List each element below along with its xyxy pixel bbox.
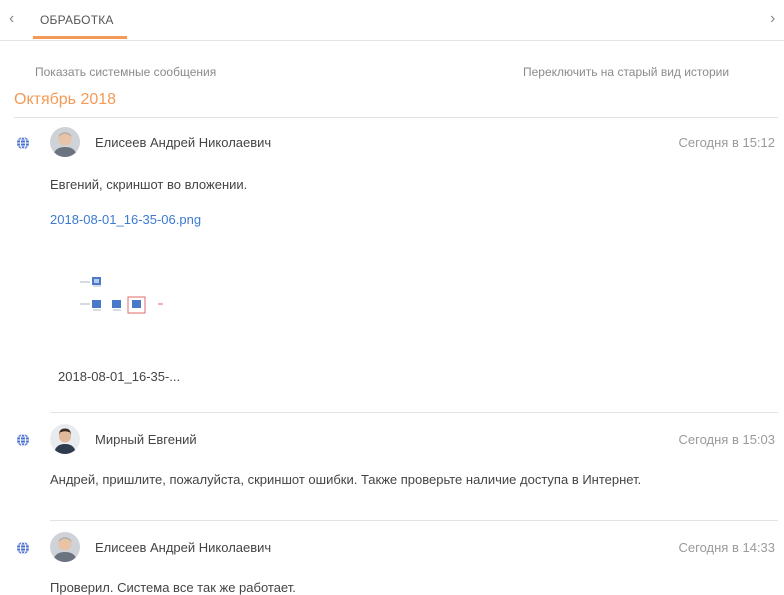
globe-icon <box>17 433 29 447</box>
message-text: Евгений, скриншот во вложении. <box>50 177 248 192</box>
globe-icon <box>17 136 29 150</box>
attachment-caption[interactable]: 2018-08-01_16-35-... <box>58 369 180 384</box>
message-text: Андрей, пришлите, пожалуйста, скриншот о… <box>50 472 642 487</box>
divider <box>14 117 778 118</box>
timestamp: Сегодня в 15:12 <box>678 135 775 150</box>
globe-icon <box>17 541 29 555</box>
avatar[interactable] <box>50 127 80 157</box>
divider <box>50 520 778 521</box>
tab-processing[interactable]: ОБРАБОТКА <box>40 13 114 27</box>
show-system-messages-link[interactable]: Показать системные сообщения <box>35 65 216 79</box>
avatar[interactable] <box>50 424 80 454</box>
author-name[interactable]: Елисеев Андрей Николаевич <box>95 540 271 555</box>
tab-active-indicator <box>33 36 127 39</box>
timestamp: Сегодня в 14:33 <box>678 540 775 555</box>
tab-bar <box>0 0 784 41</box>
switch-history-view-link[interactable]: Переключить на старый вид истории <box>523 65 729 79</box>
avatar[interactable] <box>50 532 80 562</box>
chevron-left-icon[interactable]: ‹ <box>9 10 14 28</box>
attachment-link[interactable]: 2018-08-01_16-35-06.png <box>50 212 201 227</box>
message-text: Проверил. Система все так же работает. <box>50 580 296 595</box>
timestamp: Сегодня в 15:03 <box>678 432 775 447</box>
month-header: Октябрь 2018 <box>14 91 117 108</box>
chevron-right-icon[interactable]: › <box>770 10 775 28</box>
divider <box>50 412 778 413</box>
author-name[interactable]: Мирный Евгений <box>95 432 197 447</box>
author-name[interactable]: Елисеев Андрей Николаевич <box>95 135 271 150</box>
attachment-thumbnail[interactable] <box>60 262 180 332</box>
